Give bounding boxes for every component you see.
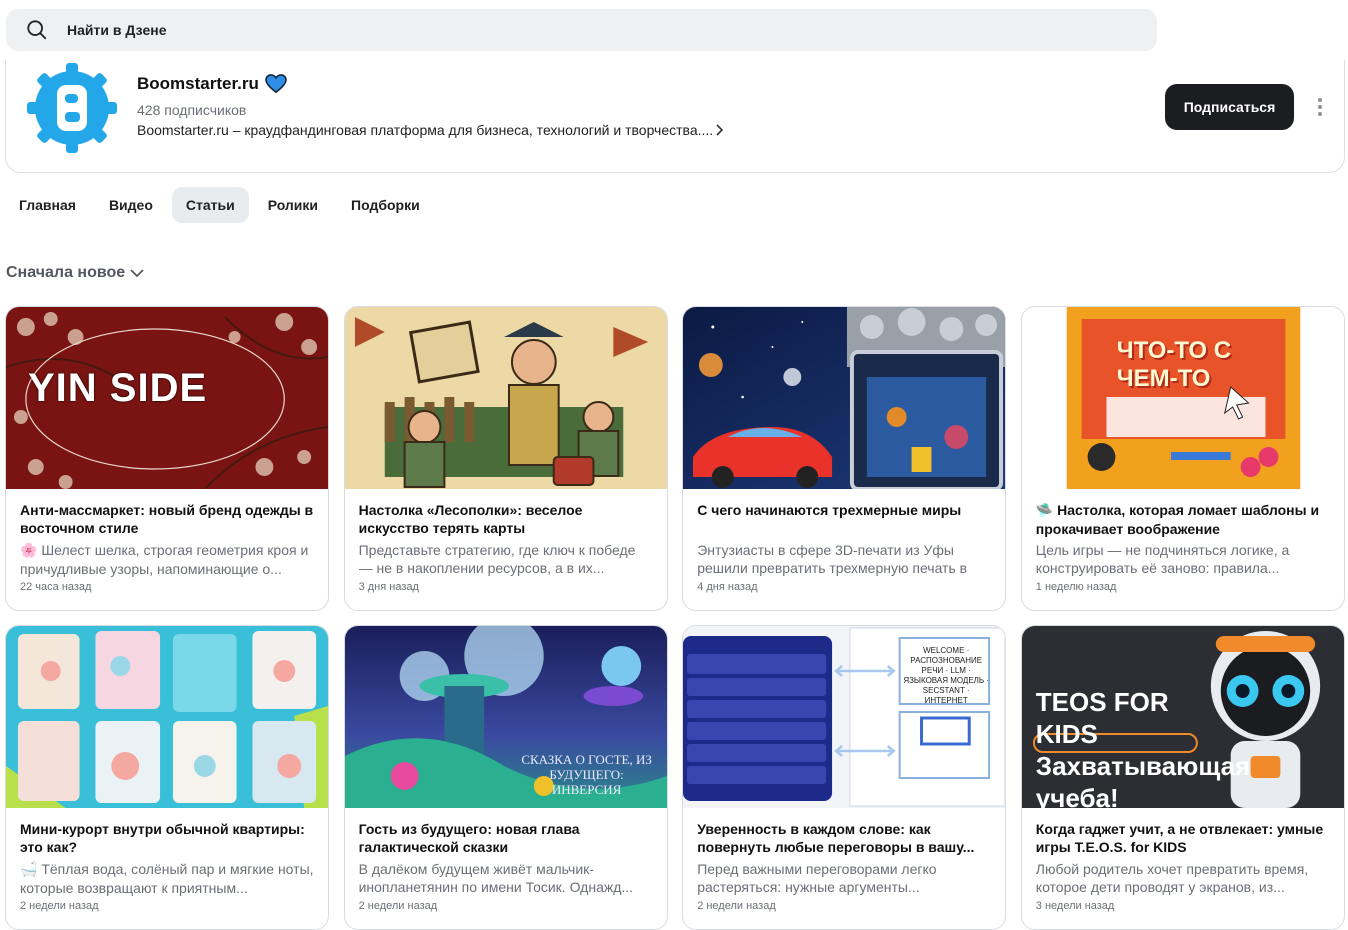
channel-tabs: Главная Видео Статьи Ролики Подборки [5,187,439,223]
article-title[interactable]: Анти-массмаркет: новый бренд одежды в во… [20,501,314,537]
channel-logo[interactable] [27,63,117,153]
image-caption: TEOS FOR KIDS Захватывающая учеба! [1035,687,1251,808]
article-snippet-text: Шелест шелка, строгая геометрия кроя и п… [20,542,309,577]
article-snippet: 🛁 Тёплая вода, солёный пар и мягкие ноты… [20,860,314,896]
subscribe-button[interactable]: Подписаться [1165,84,1294,130]
flower-icon: 🌸 [20,543,38,559]
article-image-yin-side: YIN SIDE [6,307,328,489]
chevron-right-icon [716,124,724,136]
bathtub-icon: 🛁 [20,862,38,878]
article-image-lesopolki [344,307,667,489]
article-card[interactable]: TEOS FOR KIDS Захватывающая учеба! Когда… [1020,625,1345,930]
article-card[interactable]: WELCOME · РАСПОЗНОВАНИЕ РЕЧИ · LLM · ЯЗЫ… [682,625,1007,930]
article-snippet: Любой родитель хочет превратить время, к… [1035,861,1309,895]
article-card[interactable]: СКАЗКА О ГОСТЕ, ИЗ БУДУЩЕГО: ИНВЕРСИЯ Го… [343,625,668,930]
channel-description[interactable]: Boomstarter.ru – краудфандинговая платфо… [137,122,725,138]
verified-heart-icon [265,74,287,94]
article-time: 3 недели назад [1035,900,1115,912]
search-icon [27,20,47,40]
article-title[interactable]: Гость из будущего: новая глава галактиче… [359,820,653,856]
article-time: 2 недели назад [358,900,438,912]
article-card[interactable]: ЧТО-ТО С ЧЕМ-ТО 🛸 Настолка, которая лома… [1020,306,1345,611]
article-snippet: Перед важными переговорами легко растеря… [697,861,937,895]
sort-dropdown[interactable]: Сначала новое [6,264,144,282]
article-time: 22 часа назад [20,581,92,593]
article-time: 2 недели назад [697,900,776,912]
article-title[interactable]: С чего начинаются трехмерные миры [697,501,991,537]
image-caption: YIN SIDE [28,366,208,410]
sort-label: Сначала новое [6,264,126,281]
channel-header: Boomstarter.ru 428 подписчиков Boomstart… [5,60,1345,173]
image-caption: СКАЗКА О ГОСТЕ, ИЗ БУДУЩЕГО: ИНВЕРСИЯ [521,752,652,797]
chevron-down-icon [130,269,144,278]
channel-description-text: Boomstarter.ru – краудфандинговая платфо… [137,122,714,138]
article-image-3d-printing [683,307,1006,489]
article-title[interactable]: Когда гаджет учит, а не отвлекает: умные… [1036,820,1330,856]
article-card[interactable]: YIN SIDE Анти-массмаркет: новый бренд од… [5,306,329,611]
subscriber-count: 428 подписчиков [137,102,247,118]
article-title[interactable]: 🛸 Настолка, которая ломает шаблоны и про… [1036,501,1330,537]
article-image-board-game: ЧТО-ТО С ЧЕМ-ТО [1021,307,1344,489]
search-bar[interactable] [6,9,1157,51]
tab-articles[interactable]: Статьи [171,187,249,223]
article-title[interactable]: Мини-курорт внутри обычной квартиры: это… [20,820,314,856]
tab-shorts[interactable]: Ролики [254,187,332,223]
article-image-negotiations: WELCOME · РАСПОЗНОВАНИЕ РЕЧИ · LLM · ЯЗЫ… [683,626,1006,808]
article-title[interactable]: Настолка «Лесополки»: веселое искусство … [359,501,653,537]
article-snippet: Энтузиасты в сфере 3D-печати из Уфы реши… [697,542,968,576]
article-time: 1 неделю назад [1035,581,1117,593]
article-snippet: В далёком будущем живёт мальчик-иноплане… [358,861,634,895]
article-snippet: 🌸 Шелест шелка, строгая геометрия кроя и… [20,541,314,577]
article-title-text: Настолка, которая ломает шаблоны и прока… [1035,502,1320,537]
article-card[interactable]: С чего начинаются трехмерные миры Энтузи… [682,306,1007,611]
ufo-icon: 🛸 [1035,503,1054,519]
image-caption: ЧТО-ТО С ЧЕМ-ТО [1116,337,1232,392]
more-options-icon[interactable] [1309,94,1331,120]
article-card[interactable]: Настолка «Лесополки»: веселое искусство … [343,306,668,611]
tab-collections[interactable]: Подборки [337,187,434,223]
article-snippet: Цель игры — не подчиняться логике, а кон… [1035,542,1290,576]
article-image-teos-kids: TEOS FOR KIDS Захватывающая учеба! [1021,626,1344,808]
article-title[interactable]: Уверенность в каждом слове: как повернут… [697,820,991,856]
article-time: 3 дня назад [358,581,419,593]
tab-video[interactable]: Видео [95,187,167,223]
tab-main[interactable]: Главная [5,187,90,223]
image-caption: WELCOME · РАСПОЗНОВАНИЕ РЕЧИ · LLM · ЯЗЫ… [903,646,990,705]
article-image-galactic-tale: СКАЗКА О ГОСТЕ, ИЗ БУДУЩЕГО: ИНВЕРСИЯ [344,626,667,808]
articles-grid: YIN SIDE Анти-массмаркет: новый бренд од… [5,306,1345,930]
article-image-mini-resort [6,626,328,808]
search-input[interactable] [67,22,667,38]
channel-name[interactable]: Boomstarter.ru [137,74,259,94]
article-card[interactable]: Мини-курорт внутри обычной квартиры: это… [5,625,329,930]
article-time: 4 дня назад [697,581,758,593]
article-snippet: Представьте стратегию, где ключ к победе… [358,542,636,576]
article-time: 2 недели назад [20,900,99,912]
article-snippet-text: Тёплая вода, солёный пар и мягкие ноты, … [20,861,314,896]
